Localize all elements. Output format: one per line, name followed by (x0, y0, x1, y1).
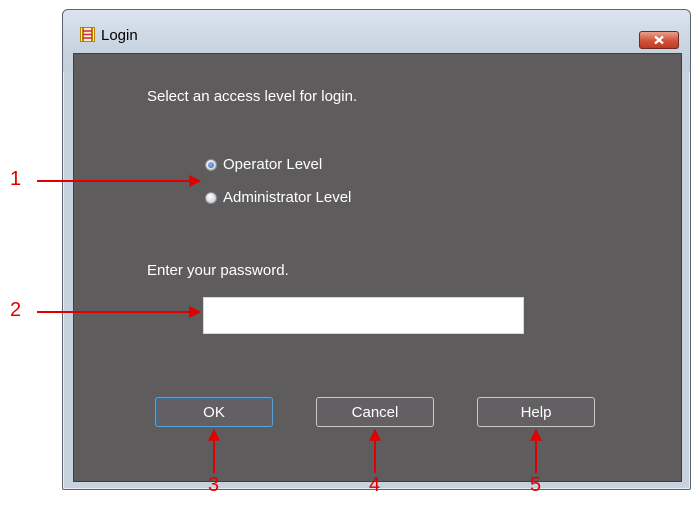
password-input[interactable] (203, 297, 524, 334)
callout-label-2: 2 (10, 299, 22, 321)
radio-button-unchecked[interactable] (205, 191, 217, 204)
cancel-button[interactable]: Cancel (316, 397, 434, 427)
help-button[interactable]: Help (477, 397, 595, 427)
callout-label-5: 5 (530, 474, 542, 496)
radio-label-administrator: Administrator Level (223, 189, 352, 206)
radio-button-checked[interactable] (205, 158, 217, 171)
access-level-prompt: Select an access level for login. (147, 88, 358, 105)
callout-label-1: 1 (10, 168, 22, 190)
ok-button[interactable]: OK (155, 397, 273, 427)
radio-administrator-level[interactable]: Administrator Level (205, 189, 351, 206)
close-icon (654, 35, 664, 45)
radio-operator-level[interactable]: Operator Level (205, 156, 322, 173)
ladder-icon (80, 27, 95, 42)
radio-label-operator: Operator Level (223, 156, 323, 173)
callout-label-4: 4 (369, 474, 381, 496)
window-title: Login (101, 27, 138, 44)
close-button[interactable] (639, 31, 679, 49)
password-prompt: Enter your password. (147, 262, 289, 279)
callout-label-3: 3 (208, 474, 220, 496)
